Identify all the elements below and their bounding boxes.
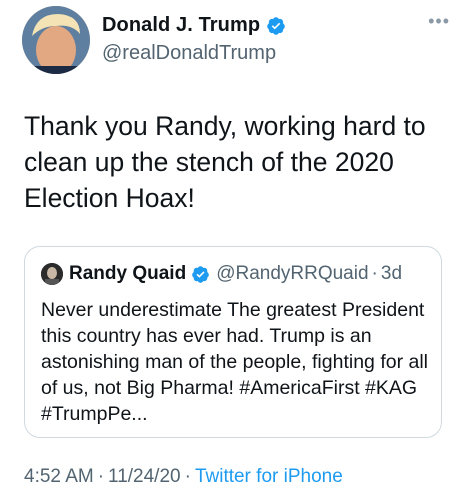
separator: · xyxy=(97,466,105,487)
tweet-metadata: 4:52 AM · 11/24/20 · Twitter for iPhone xyxy=(24,466,343,488)
author-avatar[interactable] xyxy=(22,6,90,74)
separator: · xyxy=(184,466,191,487)
quoted-author-handle[interactable]: @RandyRRQuaid xyxy=(216,263,368,285)
verified-badge-icon xyxy=(192,265,209,283)
quoted-author-name[interactable]: Randy Quaid xyxy=(69,263,186,285)
tweet: Donald J. Trump @realDonaldTrump ••• Tha… xyxy=(0,0,468,500)
author-name[interactable]: Donald J. Trump xyxy=(102,14,260,37)
more-icon[interactable]: ••• xyxy=(428,12,450,30)
quoted-tweet-text: Never underestimate The greatest Preside… xyxy=(41,299,429,425)
tweet-time[interactable]: 4:52 AM xyxy=(24,466,94,487)
tweet-text: Thank you Randy, working hard to clean u… xyxy=(24,111,426,213)
quoted-tweet[interactable]: Randy Quaid @RandyRRQuaid · 3d Never und… xyxy=(24,246,442,438)
quoted-tweet-age[interactable]: 3d xyxy=(381,263,402,285)
quoted-author-avatar[interactable] xyxy=(41,263,63,285)
verified-badge-icon xyxy=(267,16,285,35)
tweet-date[interactable]: 11/24/20 xyxy=(108,466,181,487)
tweet-source-link[interactable]: Twitter for iPhone xyxy=(195,466,343,487)
separator: · xyxy=(371,263,378,284)
author-handle[interactable]: @realDonaldTrump xyxy=(102,42,276,65)
